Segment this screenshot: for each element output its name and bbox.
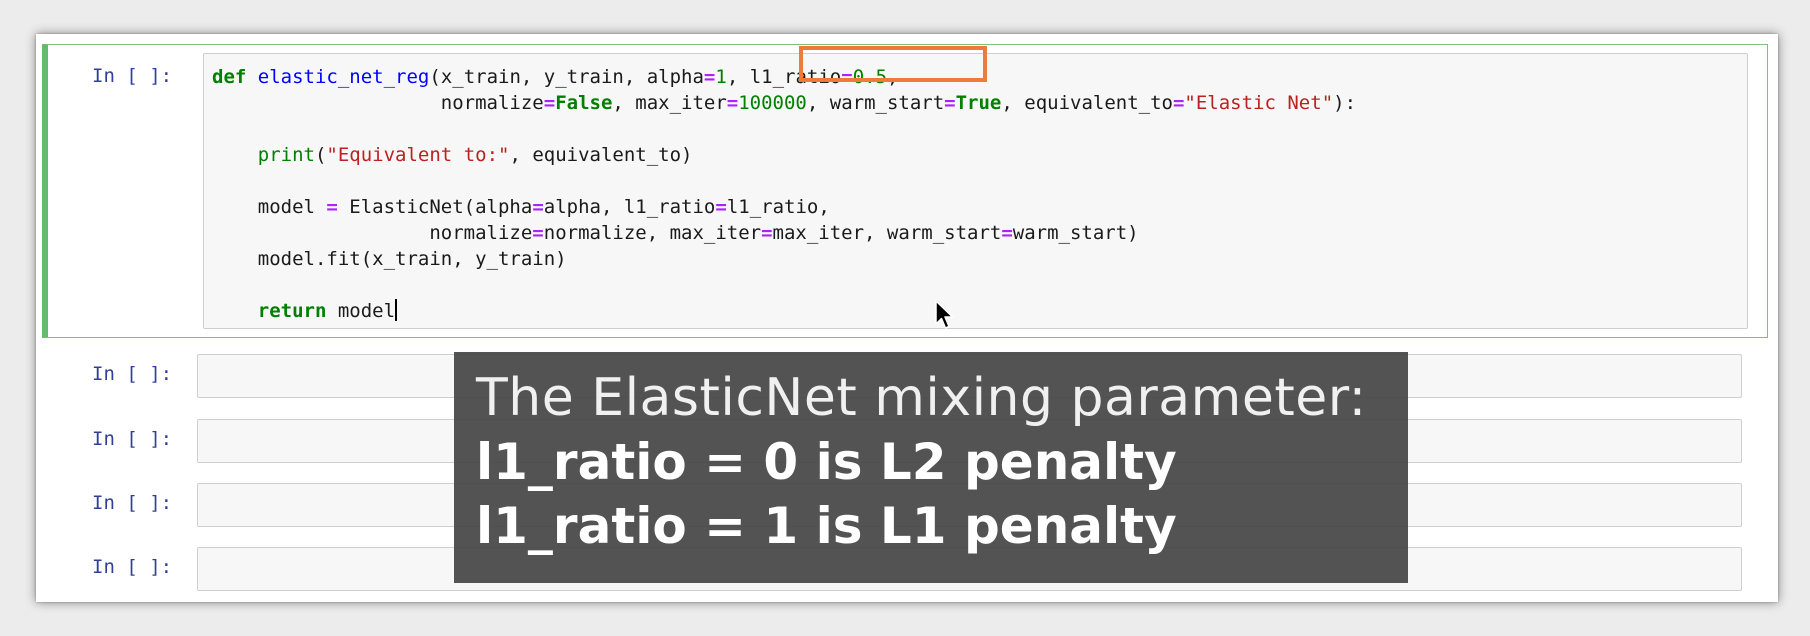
code-fragment: , equivalent_to) — [509, 144, 693, 166]
code-fragment: , max_iter — [612, 92, 727, 114]
code-cell-selected[interactable]: In [ ]: def elastic_net_reg(x_train, y_t… — [42, 44, 1768, 338]
operator: = — [944, 92, 956, 114]
operator: = — [326, 196, 338, 218]
code-fragment: (x_train, y_train, alpha — [429, 66, 704, 88]
cell-prompt: In [ ]: — [92, 65, 173, 87]
cell-prompt: In [ ]: — [92, 363, 173, 385]
cell-prompt: In [ ]: — [92, 492, 173, 514]
operator: = — [1172, 92, 1185, 114]
code-fragment: normalize, max_iter — [543, 222, 762, 244]
caption-line: l1_ratio = 0 is L2 penalty — [476, 433, 1177, 491]
code-fragment: , equivalent_to — [1001, 92, 1173, 114]
caption-title: The ElasticNet mixing parameter: — [476, 368, 1367, 428]
cell-prompt: In [ ]: — [92, 556, 173, 578]
caption-line: l1_ratio = 1 is L1 penalty — [476, 497, 1177, 555]
operator: = — [715, 196, 727, 218]
code-fragment: warm_start) — [1012, 222, 1139, 244]
def-keyword: def — [212, 66, 247, 88]
cell-prompt: In [ ]: — [92, 428, 173, 450]
operator: = — [532, 196, 544, 218]
code-fragment — [212, 300, 258, 322]
operator: = — [1001, 222, 1013, 244]
code-fragment: ): — [1333, 92, 1357, 114]
string-literal: "Elastic Net" — [1184, 92, 1334, 114]
code-fragment — [212, 144, 258, 166]
code-fragment: ElasticNet(alpha — [337, 196, 533, 218]
caption-overlay: The ElasticNet mixing parameter: l1_rati… — [454, 352, 1408, 583]
code-fragment: , — [726, 66, 750, 88]
return-keyword: return — [257, 300, 327, 322]
code-fragment: alpha, l1_ratio — [543, 196, 716, 218]
code-fragment: model — [326, 300, 396, 322]
string-literal: "Equivalent to:" — [326, 144, 510, 166]
operator: = — [726, 92, 739, 114]
mouse-pointer-icon — [935, 300, 954, 329]
code-fragment: max_iter, warm_start — [772, 222, 1002, 244]
code-fragment: model.fit(x_train, y_train) — [212, 248, 567, 270]
operator: = — [543, 92, 556, 114]
number-literal: 100000 — [738, 92, 807, 114]
code-fragment: l1_ratio, — [726, 196, 830, 218]
code-fragment: ( — [314, 144, 327, 166]
notebook-panel: In [ ]: def elastic_net_reg(x_train, y_t… — [36, 34, 1778, 602]
operator: = — [761, 222, 773, 244]
code-fragment: normalize — [212, 92, 544, 114]
code-fragment: normalize — [212, 222, 533, 244]
code-fragment: model — [212, 196, 327, 218]
code-editor[interactable]: def elastic_net_reg(x_train, y_train, al… — [203, 53, 1748, 329]
text-cursor — [395, 299, 398, 321]
false-keyword: False — [555, 92, 613, 114]
l1-ratio-highlight-box — [799, 46, 987, 82]
operator: = — [703, 66, 716, 88]
code-fragment: , warm_start — [806, 92, 945, 114]
code-text[interactable]: def elastic_net_reg(x_train, y_train, al… — [212, 64, 1356, 324]
function-name: elastic_net_reg — [257, 66, 430, 88]
print-builtin: print — [257, 144, 315, 166]
operator: = — [532, 222, 544, 244]
true-keyword: True — [955, 92, 1002, 114]
number-literal: 1 — [715, 66, 727, 88]
